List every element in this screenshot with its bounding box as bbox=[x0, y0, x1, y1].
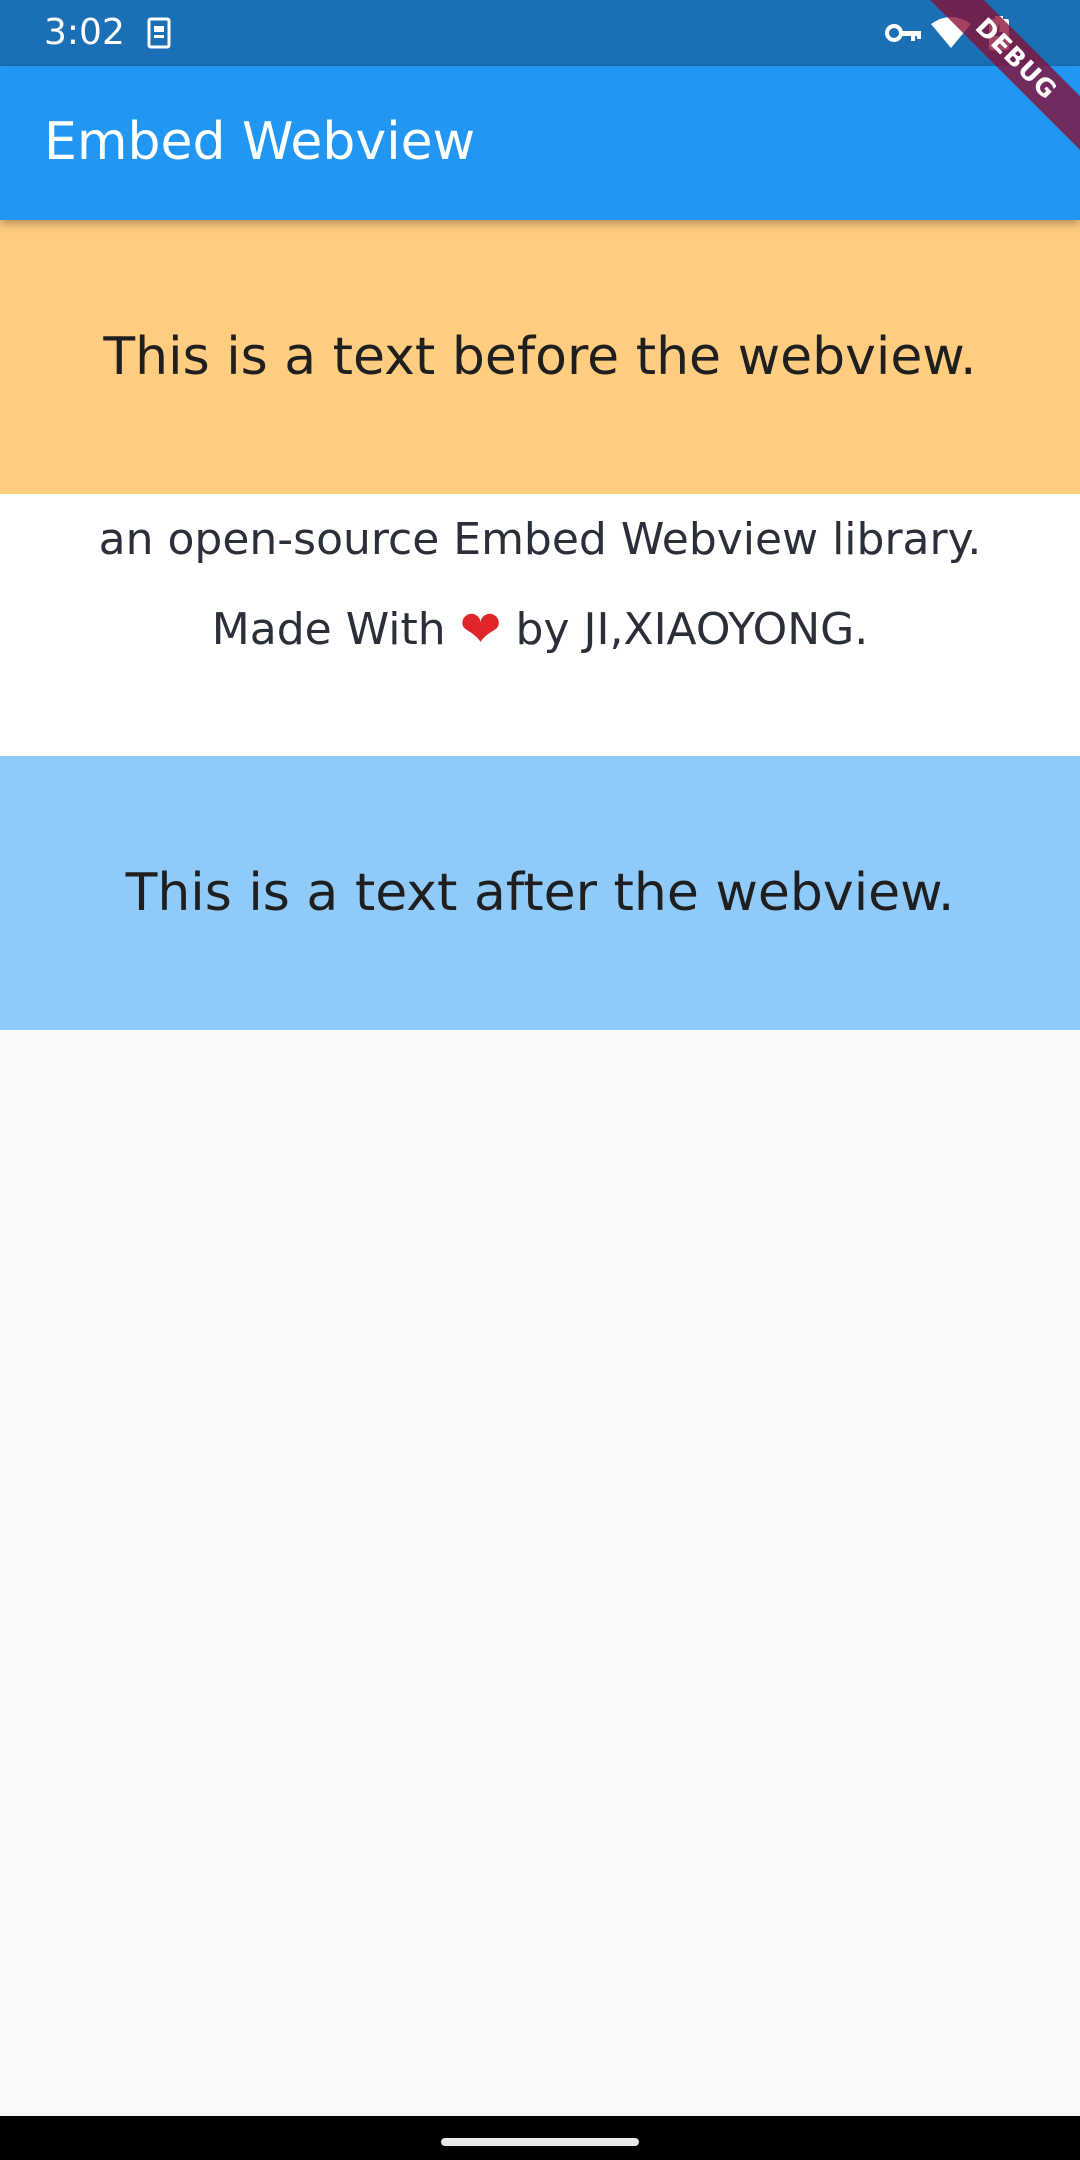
status-bar: 3:02 bbox=[0, 0, 1080, 66]
heart-icon: ❤ bbox=[459, 600, 502, 658]
webview-credits-prefix: Made With bbox=[211, 604, 446, 655]
embedded-webview[interactable]: an open-source Embed Webview library. Ma… bbox=[0, 494, 1080, 756]
app-screen: 3:02 Embed Webview DEBUG This is a text … bbox=[0, 0, 1080, 2160]
app-bar: Embed Webview bbox=[0, 66, 1080, 220]
wifi-icon bbox=[931, 17, 971, 48]
text-after-section: This is a text after the webview. bbox=[0, 756, 1080, 1030]
navigation-bar bbox=[0, 2116, 1080, 2160]
vpn-key-icon bbox=[885, 24, 921, 42]
text-before-webview: This is a text before the webview. bbox=[103, 327, 977, 387]
webview-description: an open-source Embed Webview library. bbox=[98, 514, 982, 565]
webview-credits: Made With ❤ by JI,XIAOYONG. bbox=[0, 600, 1080, 658]
sim-card-icon bbox=[147, 17, 171, 49]
text-before-section: This is a text before the webview. bbox=[0, 220, 1080, 494]
battery-charging-icon bbox=[989, 16, 1009, 50]
status-time: 3:02 bbox=[44, 12, 125, 53]
app-bar-title: Embed Webview bbox=[44, 112, 476, 172]
webview-credits-suffix: by JI,XIAOYONG. bbox=[515, 604, 869, 655]
home-gesture-handle[interactable] bbox=[441, 2138, 639, 2146]
text-after-webview: This is a text after the webview. bbox=[125, 863, 955, 923]
